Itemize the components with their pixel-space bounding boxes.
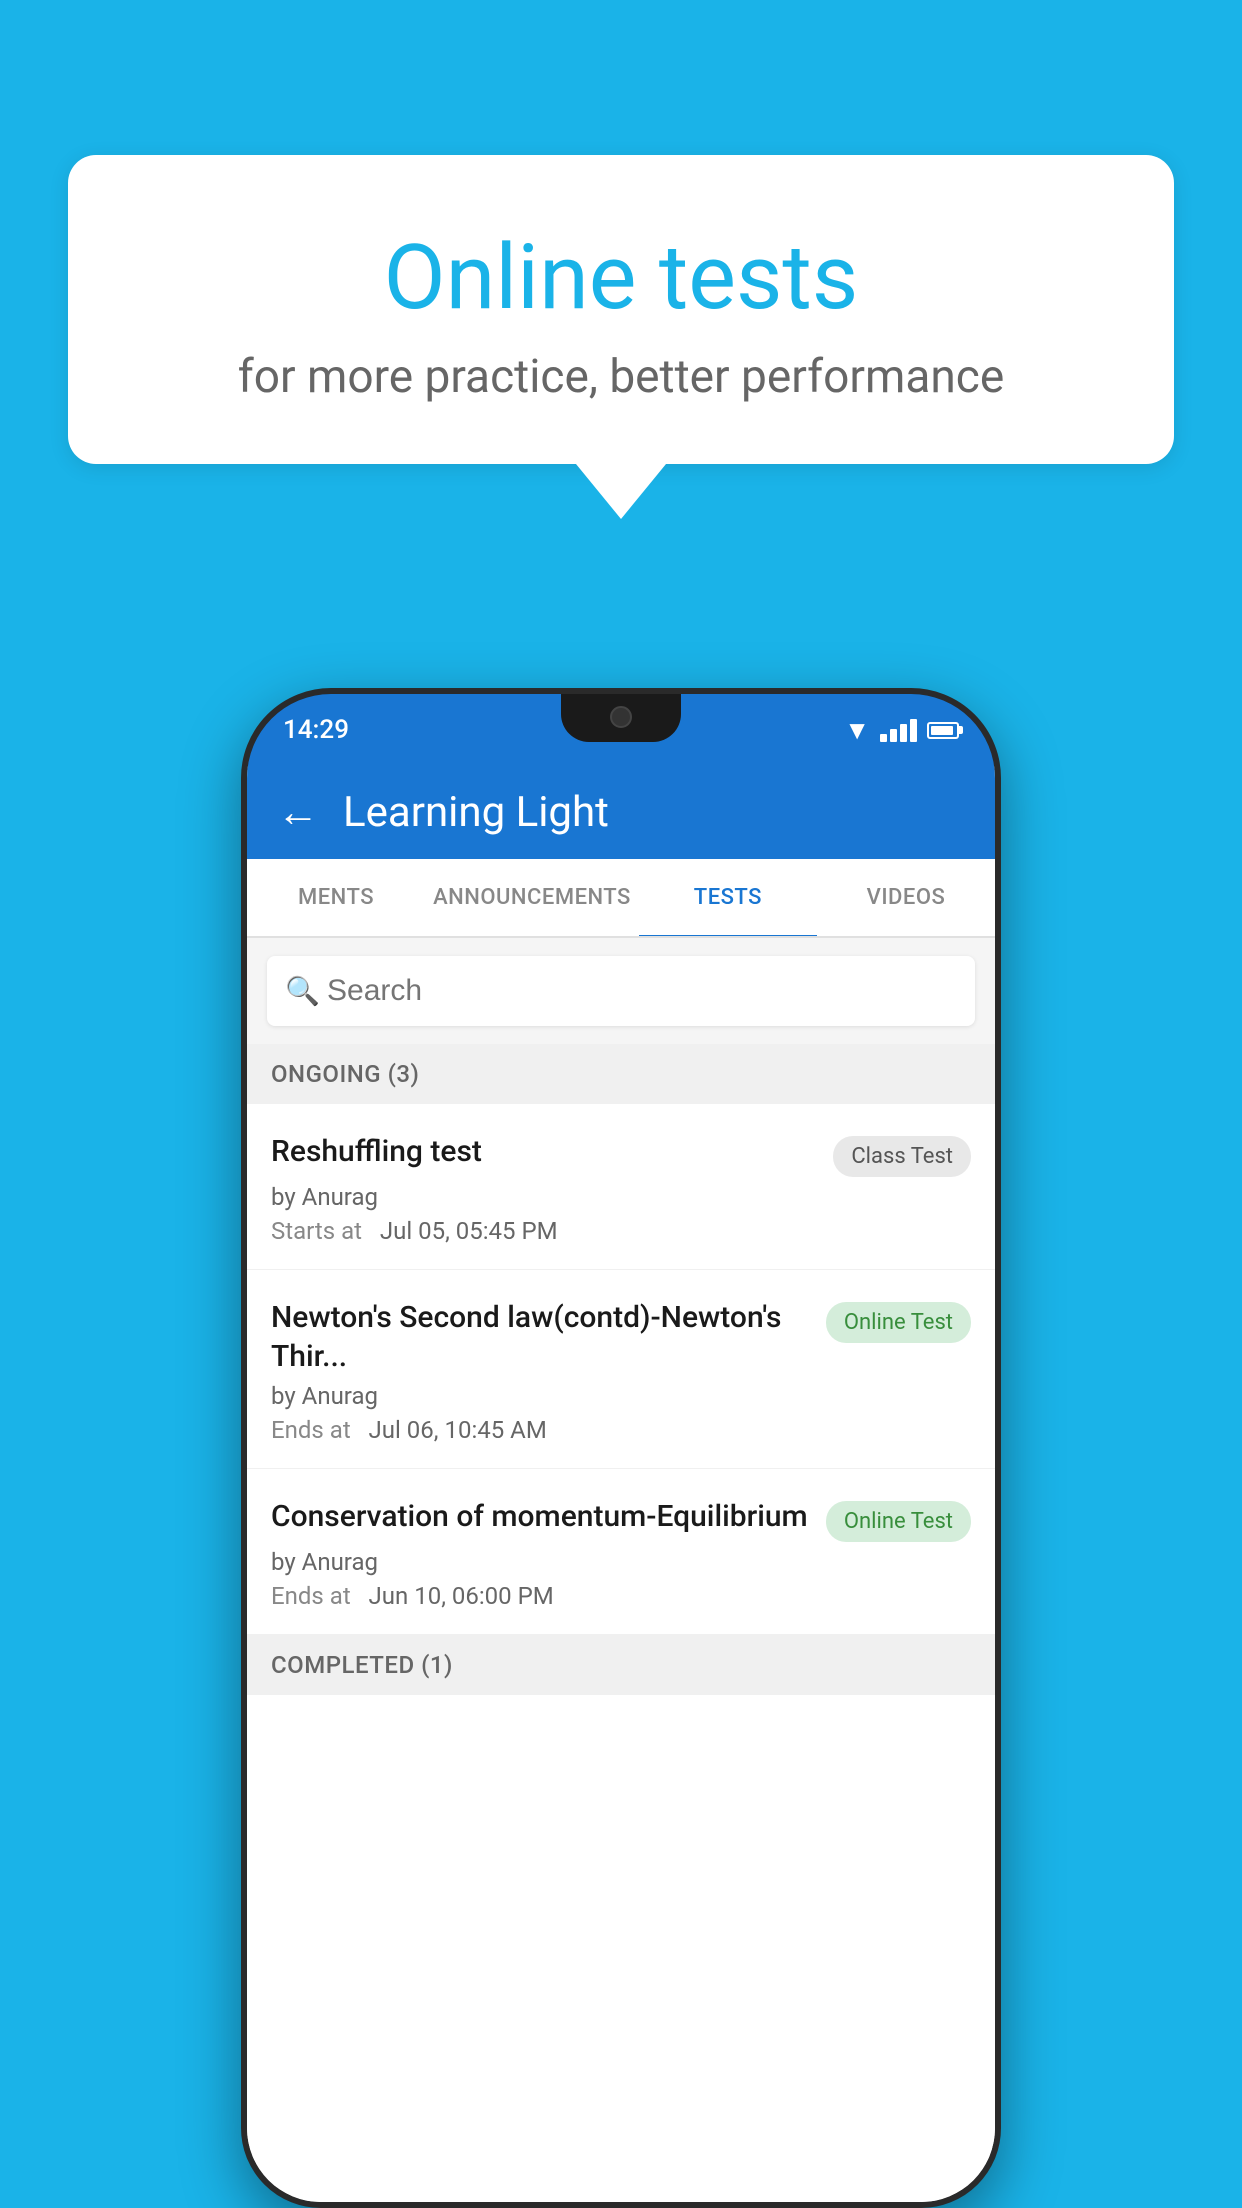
test-item[interactable]: Reshuffling test Class Test by Anurag St… <box>247 1104 995 1270</box>
test-item-header: Reshuffling test Class Test <box>271 1132 971 1177</box>
back-button[interactable]: ← <box>277 788 319 837</box>
test-time: Ends at Jul 06, 10:45 AM <box>271 1416 971 1444</box>
time-label: Starts at <box>271 1217 362 1245</box>
test-item-header: Newton's Second law(contd)-Newton's Thir… <box>271 1298 971 1376</box>
test-badge: Online Test <box>826 1302 971 1343</box>
ongoing-section-header: ONGOING (3) <box>247 1044 995 1104</box>
time-value: Jul 05, 05:45 PM <box>380 1217 558 1245</box>
test-by: by Anurag <box>271 1548 971 1576</box>
app-header: ← Learning Light <box>247 766 995 859</box>
test-time: Starts at Jul 05, 05:45 PM <box>271 1217 971 1245</box>
status-icons: ▼ <box>844 715 959 746</box>
speech-bubble: Online tests for more practice, better p… <box>68 155 1174 464</box>
silent-button <box>241 1254 245 1364</box>
test-by: by Anurag <box>271 1183 971 1211</box>
notch-cutout <box>561 694 681 742</box>
signal-icon <box>880 719 917 742</box>
tests-list: Reshuffling test Class Test by Anurag St… <box>247 1104 995 2202</box>
phone-frame: 14:29 ▼ ← Learning Light <box>241 688 1001 2208</box>
power-button <box>997 1094 1001 1214</box>
bubble-pointer <box>576 464 666 519</box>
test-time: Ends at Jun 10, 06:00 PM <box>271 1582 971 1610</box>
wifi-icon: ▼ <box>844 715 870 746</box>
test-item[interactable]: Conservation of momentum-Equilibrium Onl… <box>247 1469 995 1635</box>
status-time: 14:29 <box>283 715 349 745</box>
time-label: Ends at <box>271 1582 351 1610</box>
test-name: Conservation of momentum-Equilibrium <box>271 1497 810 1536</box>
test-item-header: Conservation of momentum-Equilibrium Onl… <box>271 1497 971 1542</box>
tab-tests[interactable]: TESTS <box>639 859 817 936</box>
completed-section-header: COMPLETED (1) <box>247 1635 995 1695</box>
bubble-subtitle: for more practice, better performance <box>128 350 1114 404</box>
front-camera <box>610 706 632 728</box>
search-wrapper: 🔍 <box>267 956 975 1026</box>
search-icon: 🔍 <box>285 975 320 1008</box>
search-container: 🔍 <box>247 938 995 1044</box>
test-name: Newton's Second law(contd)-Newton's Thir… <box>271 1298 810 1376</box>
tabs-bar: MENTS ANNOUNCEMENTS TESTS VIDEOS <box>247 859 995 938</box>
tab-announcements[interactable]: ANNOUNCEMENTS <box>425 859 639 936</box>
bubble-title: Online tests <box>128 225 1114 330</box>
tab-videos[interactable]: VIDEOS <box>817 859 995 936</box>
app-title: Learning Light <box>343 788 609 837</box>
time-value: Jun 10, 06:00 PM <box>369 1582 554 1610</box>
test-item[interactable]: Newton's Second law(contd)-Newton's Thir… <box>247 1270 995 1469</box>
test-by: by Anurag <box>271 1382 971 1410</box>
tab-ments[interactable]: MENTS <box>247 859 425 936</box>
test-badge: Class Test <box>833 1136 971 1177</box>
phone-screen: ← Learning Light MENTS ANNOUNCEMENTS TES… <box>247 766 995 2202</box>
battery-icon <box>927 722 959 739</box>
test-name: Reshuffling test <box>271 1132 817 1171</box>
time-value: Jul 06, 10:45 AM <box>369 1416 547 1444</box>
time-label: Ends at <box>271 1416 351 1444</box>
test-badge: Online Test <box>826 1501 971 1542</box>
status-bar: 14:29 ▼ <box>247 694 995 766</box>
speech-bubble-container: Online tests for more practice, better p… <box>68 155 1174 519</box>
volume-down-button <box>241 1114 245 1224</box>
search-input[interactable] <box>267 956 975 1026</box>
volume-up-button <box>241 1014 245 1084</box>
